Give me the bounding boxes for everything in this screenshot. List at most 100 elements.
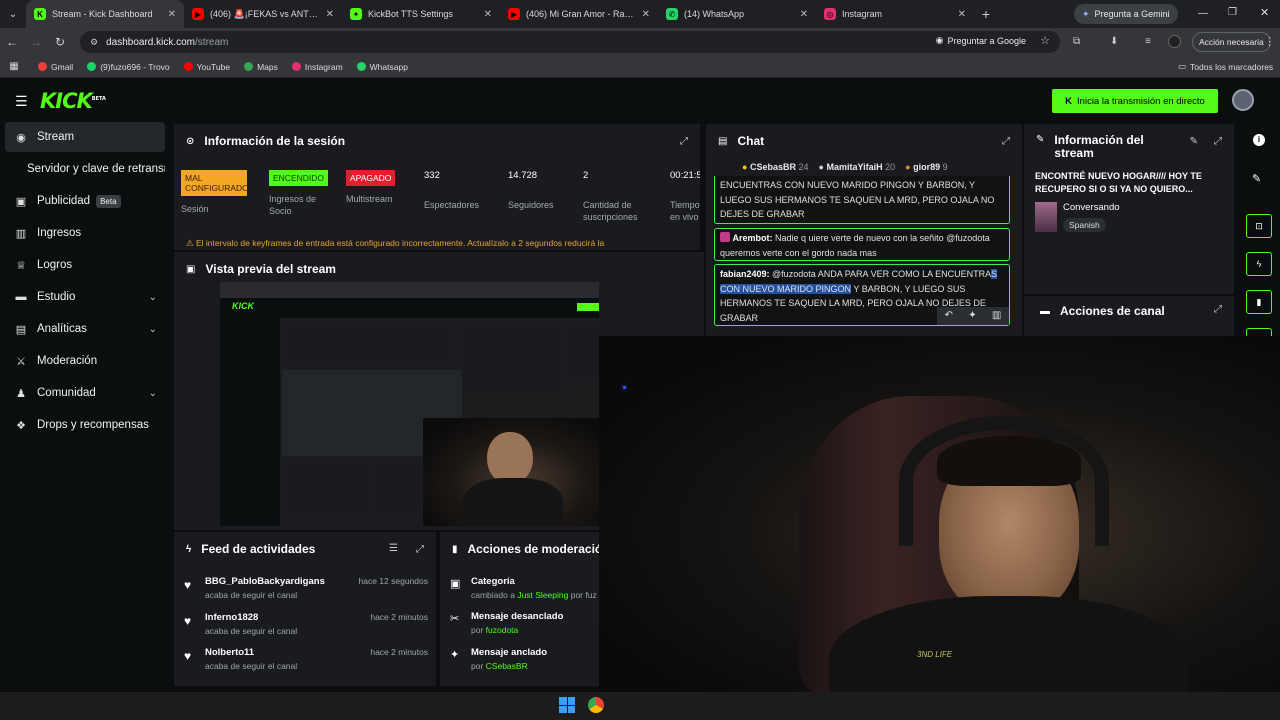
- activity-user[interactable]: Nolberto11: [205, 647, 254, 658]
- top-user-1[interactable]: ● CSebasBR 24: [742, 162, 809, 172]
- quick-action-4[interactable]: [1246, 328, 1272, 336]
- sidebar-item-drops[interactable]: ❖ Drops y recompensas: [5, 410, 165, 440]
- user-avatar[interactable]: [1232, 89, 1254, 111]
- filter-icon[interactable]: ☰: [389, 543, 398, 554]
- close-tab-icon[interactable]: ✕: [484, 9, 492, 20]
- extensions-icon[interactable]: ⧉: [1073, 36, 1080, 47]
- browser-tab[interactable]: ✦ KickBot TTS Settings ✕: [342, 0, 500, 28]
- bookmark-star-icon[interactable]: ☆: [1040, 34, 1050, 47]
- bookmark-item[interactable]: Whatsapp: [356, 62, 408, 72]
- close-tab-icon[interactable]: ✕: [958, 9, 966, 20]
- expand-icon[interactable]: ⤢: [1002, 136, 1010, 147]
- ask-google-button[interactable]: ◉ Preguntar a Google: [936, 35, 1026, 46]
- chat-username[interactable]: Arembot:: [733, 233, 773, 243]
- profile-avatar[interactable]: [1168, 35, 1181, 48]
- minimize-button[interactable]: —: [1198, 8, 1208, 19]
- activity-user[interactable]: BBG_PabloBackyardigans: [205, 576, 325, 587]
- maximize-button[interactable]: ❐: [1228, 7, 1237, 18]
- sidebar-item-income[interactable]: ▥ Ingresos: [5, 218, 165, 248]
- lightning-icon: ϟ: [186, 543, 192, 555]
- sidebar-item-ads[interactable]: ▣ Publicidad Beta: [5, 186, 165, 216]
- browser-menu-icon[interactable]: ⋮: [1264, 35, 1275, 48]
- edit-pencil-icon[interactable]: ✎: [1190, 136, 1198, 147]
- browser-tab[interactable]: ◎ Instagram ✕: [816, 0, 974, 28]
- bookmark-favicon-icon: [356, 62, 366, 71]
- top-user-2[interactable]: ● MamitaYifaiH 20: [819, 162, 896, 172]
- chat-message-text: @fuzodota ANDA PARA VER COMO LA ENCUENTR…: [772, 269, 992, 279]
- back-icon[interactable]: ←: [0, 35, 24, 49]
- close-tab-icon[interactable]: ✕: [642, 9, 650, 20]
- sidebar-item-analytics[interactable]: ▤ Analíticas ⌄: [5, 314, 165, 344]
- top-user-3[interactable]: ● gior89 9: [905, 162, 948, 172]
- activity-item[interactable]: ♥ Nolberto11 acaba de seguir el canal ha…: [184, 647, 428, 677]
- quick-action-1[interactable]: ⊡: [1246, 214, 1272, 238]
- go-live-button[interactable]: K Inicia la transmisión en directo: [1052, 89, 1218, 113]
- moderation-item[interactable]: ▣ Categoría cambiado a Just Sleeping por…: [450, 576, 599, 606]
- expand-icon[interactable]: ⤢: [416, 544, 424, 555]
- browser-tab[interactable]: ▶ (406) 🚨¡FEKAS vs ANTIFEKAS!🚨 ✕: [184, 0, 342, 28]
- close-tab-icon[interactable]: ✕: [800, 9, 808, 20]
- browser-tab[interactable]: ▶ (406) Mi Gran Amor - Rapper School ✕: [500, 0, 658, 28]
- tab-favicon-icon: K: [34, 8, 46, 20]
- sidebar-item-server-key[interactable]: Servidor y clave de retransmisión: [5, 154, 165, 184]
- expand-icon[interactable]: ⤢: [1214, 136, 1222, 147]
- address-bar[interactable]: ⚙ dashboard.kick.com/stream ◉ Preguntar …: [80, 31, 1060, 53]
- preview-icon: ▣: [186, 263, 196, 275]
- sidebar-item-studio[interactable]: ▬ Estudio ⌄: [5, 282, 165, 312]
- kick-logo[interactable]: KICKBETA: [40, 89, 106, 113]
- close-tab-icon[interactable]: ✕: [168, 9, 176, 20]
- gemini-button[interactable]: ✦ Pregunta a Gemini: [1074, 4, 1178, 24]
- quick-action-3[interactable]: ▮: [1246, 290, 1272, 314]
- activity-item[interactable]: ♥ Inferno1828 acaba de seguir el canal h…: [184, 612, 428, 642]
- chat-message-2[interactable]: Arembot: Nadie q uiere verte de nuevo co…: [714, 228, 1010, 261]
- sidebar-item-achievements[interactable]: ♕ Logros: [5, 250, 165, 280]
- bookmark-item[interactable]: (9)fuzo696 - Trovo: [87, 62, 170, 72]
- moderation-action: Mensaje anclado: [471, 647, 548, 658]
- chat-message-1[interactable]: ENCUENTRAS CON NUEVO MARIDO PINGON Y BAR…: [714, 176, 1010, 224]
- bookmark-item[interactable]: Instagram: [291, 62, 343, 72]
- bookmark-favicon-icon: [87, 62, 97, 71]
- edit-icon[interactable]: ✎: [1252, 172, 1261, 185]
- chat-title: Chat: [737, 134, 765, 148]
- quick-action-2[interactable]: ϟ: [1246, 252, 1272, 276]
- bookmarks-bar: ▦ Gmail (9)fuzo696 - Trovo YouTube Maps Inst…: [0, 56, 1280, 78]
- close-window-button[interactable]: ✕: [1260, 6, 1269, 19]
- bookmark-item[interactable]: Gmail: [38, 62, 73, 72]
- expand-icon[interactable]: ⤢: [1214, 304, 1222, 315]
- sidebar-item-community[interactable]: ♟ Comunidad ⌄: [5, 378, 165, 408]
- hamburger-menu-icon[interactable]: ☰: [15, 93, 28, 110]
- info-icon[interactable]: i: [1253, 134, 1265, 146]
- sidebar-item-moderation[interactable]: ⚔ Moderación: [5, 346, 165, 376]
- forward-icon[interactable]: →: [24, 35, 48, 49]
- activity-item[interactable]: ♥ BBG_PabloBackyardigans acaba de seguir…: [184, 576, 428, 606]
- new-tab-button[interactable]: +: [974, 6, 998, 22]
- chat-username[interactable]: fabian2409:: [720, 269, 770, 279]
- action-required-button[interactable]: Acción necesaria: [1192, 32, 1271, 52]
- bookmark-item[interactable]: Maps: [244, 62, 278, 72]
- chrome-taskbar-icon[interactable]: [588, 697, 604, 713]
- tab-list-button[interactable]: ⌄: [0, 9, 26, 20]
- apps-grid-icon[interactable]: ▦: [2, 61, 26, 72]
- media-icon[interactable]: ≡: [1145, 36, 1151, 47]
- pin-icon[interactable]: ✦: [968, 309, 976, 324]
- all-bookmarks[interactable]: ▭ Todos los marcadores: [1178, 61, 1273, 72]
- close-tab-icon[interactable]: ✕: [326, 9, 334, 20]
- reload-icon[interactable]: ↻: [48, 35, 72, 49]
- site-info-icon[interactable]: ⚙: [90, 37, 98, 48]
- stream-preview-video[interactable]: KICK: [220, 282, 599, 526]
- activity-user[interactable]: Inferno1828: [205, 612, 258, 623]
- browser-tab[interactable]: ✆ (14) WhatsApp ✕: [658, 0, 816, 28]
- dashboard-sidebar: ◉ Stream Servidor y clave de retransmisió…: [0, 122, 172, 692]
- moderation-item[interactable]: ✂ Mensaje desanclado por fuzodota: [450, 611, 599, 641]
- browser-tab[interactable]: K Stream - Kick Dashboard ✕: [26, 0, 184, 28]
- bookmark-item[interactable]: YouTube: [183, 62, 230, 72]
- category-name[interactable]: Conversando: [1063, 202, 1120, 213]
- expand-icon[interactable]: ⤢: [680, 136, 688, 147]
- moderation-item[interactable]: ✦ Mensaje anclado por CSebasBR: [450, 647, 599, 677]
- sidebar-item-stream[interactable]: ◉ Stream: [5, 122, 165, 152]
- downloads-icon[interactable]: ⬇: [1110, 36, 1118, 47]
- windows-start-icon[interactable]: [559, 697, 575, 713]
- reply-icon[interactable]: ↶: [945, 309, 953, 324]
- delete-icon[interactable]: ▥: [992, 309, 1001, 324]
- chat-message-3[interactable]: fabian2409: @fuzodota ANDA PARA VER COMO…: [714, 264, 1010, 326]
